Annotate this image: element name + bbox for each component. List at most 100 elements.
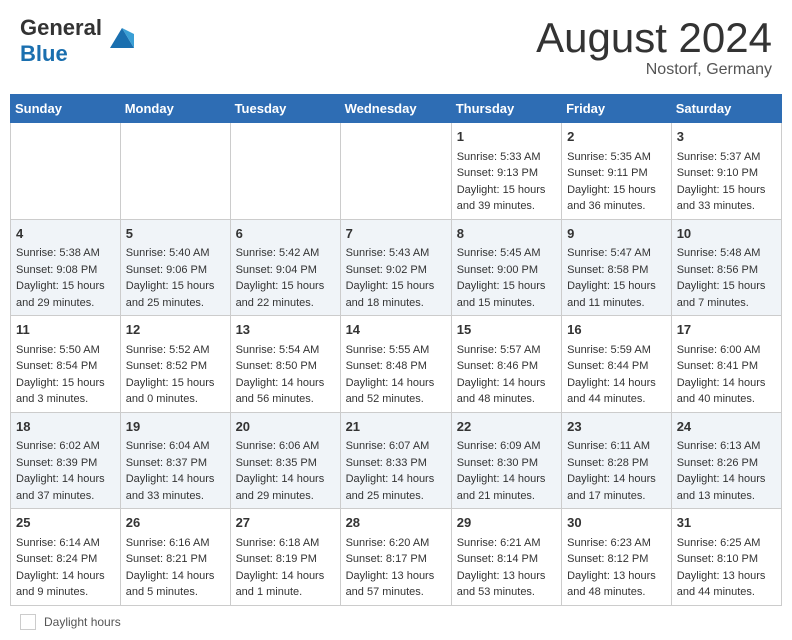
calendar-cell: 6Sunrise: 5:42 AMSunset: 9:04 PMDaylight… [230, 219, 340, 316]
sunset: Sunset: 8:21 PM [126, 553, 207, 565]
sunset: Sunset: 8:30 PM [457, 457, 538, 469]
day-number: 21 [346, 417, 446, 437]
day-number: 10 [677, 224, 776, 244]
day-number: 25 [16, 513, 115, 533]
daylight: Daylight: 13 hours and 57 minutes. [346, 570, 435, 599]
calendar-cell: 18Sunrise: 6:02 AMSunset: 8:39 PMDayligh… [11, 412, 121, 509]
col-tuesday: Tuesday [230, 95, 340, 123]
daylight: Daylight: 15 hours and 7 minutes. [677, 280, 766, 309]
sunrise: Sunrise: 6:23 AM [567, 537, 651, 549]
week-row-3: 18Sunrise: 6:02 AMSunset: 8:39 PMDayligh… [11, 412, 782, 509]
logo-icon [105, 20, 139, 54]
sunrise: Sunrise: 5:57 AM [457, 344, 541, 356]
sunset: Sunset: 8:56 PM [677, 264, 758, 276]
day-number: 2 [567, 127, 666, 147]
daylight: Daylight: 14 hours and 5 minutes. [126, 570, 215, 599]
day-number: 4 [16, 224, 115, 244]
sunrise: Sunrise: 6:20 AM [346, 537, 430, 549]
col-wednesday: Wednesday [340, 95, 451, 123]
calendar-cell: 11Sunrise: 5:50 AMSunset: 8:54 PMDayligh… [11, 316, 121, 413]
sunrise: Sunrise: 5:33 AM [457, 151, 541, 163]
daylight: Daylight: 14 hours and 37 minutes. [16, 473, 105, 502]
sunset: Sunset: 8:48 PM [346, 360, 427, 372]
sunrise: Sunrise: 5:59 AM [567, 344, 651, 356]
calendar-cell: 22Sunrise: 6:09 AMSunset: 8:30 PMDayligh… [451, 412, 561, 509]
day-number: 17 [677, 320, 776, 340]
sunset: Sunset: 9:02 PM [346, 264, 427, 276]
sunrise: Sunrise: 5:38 AM [16, 247, 100, 259]
daylight: Daylight: 15 hours and 33 minutes. [677, 184, 766, 213]
sunset: Sunset: 8:37 PM [126, 457, 207, 469]
daylight: Daylight: 14 hours and 25 minutes. [346, 473, 435, 502]
day-number: 23 [567, 417, 666, 437]
day-number: 22 [457, 417, 556, 437]
calendar-cell: 27Sunrise: 6:18 AMSunset: 8:19 PMDayligh… [230, 509, 340, 606]
sunrise: Sunrise: 5:45 AM [457, 247, 541, 259]
page-header: General Blue August 2024 Nostorf, German… [10, 10, 782, 84]
daylight: Daylight: 15 hours and 3 minutes. [16, 377, 105, 406]
sunset: Sunset: 8:50 PM [236, 360, 317, 372]
sunrise: Sunrise: 5:54 AM [236, 344, 320, 356]
calendar-cell: 20Sunrise: 6:06 AMSunset: 8:35 PMDayligh… [230, 412, 340, 509]
daylight: Daylight: 14 hours and 21 minutes. [457, 473, 546, 502]
sunset: Sunset: 9:13 PM [457, 167, 538, 179]
calendar-table: Sunday Monday Tuesday Wednesday Thursday… [10, 94, 782, 606]
sunrise: Sunrise: 6:21 AM [457, 537, 541, 549]
day-number: 15 [457, 320, 556, 340]
daylight: Daylight: 14 hours and 29 minutes. [236, 473, 325, 502]
daylight: Daylight: 13 hours and 44 minutes. [677, 570, 766, 599]
sunset: Sunset: 8:26 PM [677, 457, 758, 469]
sunset: Sunset: 9:06 PM [126, 264, 207, 276]
calendar-cell: 16Sunrise: 5:59 AMSunset: 8:44 PMDayligh… [562, 316, 672, 413]
calendar-cell: 28Sunrise: 6:20 AMSunset: 8:17 PMDayligh… [340, 509, 451, 606]
daylight-color-box [20, 614, 36, 630]
calendar-cell [11, 123, 121, 220]
footer: Daylight hours [10, 614, 782, 630]
calendar-cell: 21Sunrise: 6:07 AMSunset: 8:33 PMDayligh… [340, 412, 451, 509]
sunset: Sunset: 8:58 PM [567, 264, 648, 276]
col-thursday: Thursday [451, 95, 561, 123]
day-number: 5 [126, 224, 225, 244]
calendar-cell: 23Sunrise: 6:11 AMSunset: 8:28 PMDayligh… [562, 412, 672, 509]
sunrise: Sunrise: 6:07 AM [346, 440, 430, 452]
week-row-4: 25 Sunrise: 6:14 AM Sunset: 8:24 PM Dayligh… [11, 509, 782, 606]
day-number: 19 [126, 417, 225, 437]
logo-general: General [20, 15, 102, 41]
sunrise: Sunrise: 6:11 AM [567, 440, 650, 452]
calendar-cell: 29Sunrise: 6:21 AMSunset: 8:14 PMDayligh… [451, 509, 561, 606]
sunrise: Sunrise: 5:43 AM [346, 247, 430, 259]
sunrise: Sunrise: 6:14 AM [16, 537, 100, 549]
sunrise: Sunrise: 6:00 AM [677, 344, 761, 356]
col-friday: Friday [562, 95, 672, 123]
day-number: 14 [346, 320, 446, 340]
header-row: Sunday Monday Tuesday Wednesday Thursday… [11, 95, 782, 123]
calendar-cell: 15Sunrise: 5:57 AMSunset: 8:46 PMDayligh… [451, 316, 561, 413]
day-number: 26 [126, 513, 225, 533]
calendar-cell: 24 Sunrise: 6:13 AM Sunset: 8:26 PM Dayligh… [671, 412, 781, 509]
daylight: Daylight: 14 hours and 13 minutes. [677, 473, 766, 502]
calendar-cell: 1Sunrise: 5:33 AMSunset: 9:13 PMDaylight… [451, 123, 561, 220]
day-number: 7 [346, 224, 446, 244]
sunrise: Sunrise: 5:52 AM [126, 344, 210, 356]
day-number: 30 [567, 513, 666, 533]
sunset: Sunset: 8:52 PM [126, 360, 207, 372]
sunset: Sunset: 8:41 PM [677, 360, 758, 372]
col-sunday: Sunday [11, 95, 121, 123]
daylight: Daylight: 14 hours and 56 minutes. [236, 377, 325, 406]
calendar-cell: 25Sunrise: 6:14 AMSunset: 8:24 PMDayligh… [11, 509, 121, 606]
sunset: Sunset: 8:24 PM [16, 553, 97, 565]
sunset: Sunset: 8:39 PM [16, 457, 97, 469]
day-number: 18 [16, 417, 115, 437]
sunrise: Sunrise: 6:13 AM [677, 440, 761, 452]
daylight: Daylight: 14 hours and 52 minutes. [346, 377, 435, 406]
sunrise: Sunrise: 5:55 AM [346, 344, 430, 356]
sunset: Sunset: 9:04 PM [236, 264, 317, 276]
calendar-cell [120, 123, 230, 220]
daylight: Daylight: 15 hours and 15 minutes. [457, 280, 546, 309]
sunset: Sunset: 8:10 PM [677, 553, 758, 565]
day-number: 24 [677, 417, 776, 437]
day-number: 8 [457, 224, 556, 244]
month-title: August 2024 [536, 15, 772, 61]
calendar-cell: 17Sunrise: 6:00 AMSunset: 8:41 PMDayligh… [671, 316, 781, 413]
day-number: 28 [346, 513, 446, 533]
